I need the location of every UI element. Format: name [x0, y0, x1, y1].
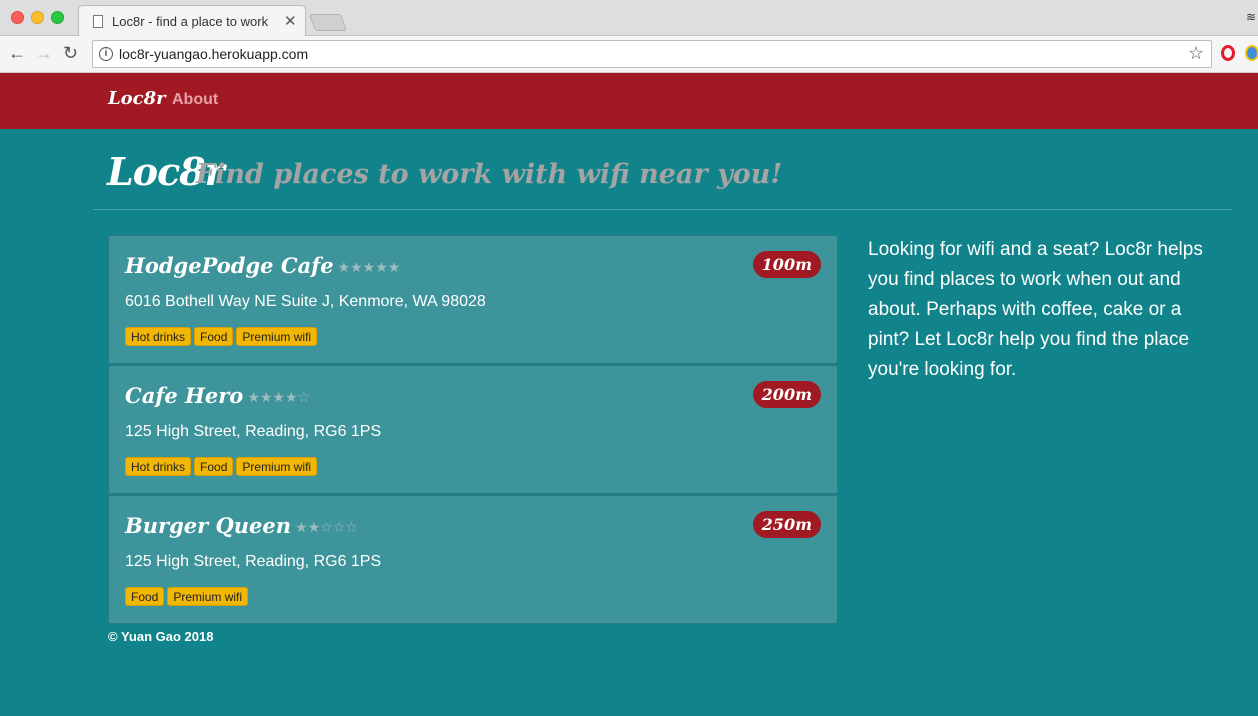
facility-badge: Premium wifi	[236, 457, 318, 476]
location-address: 125 High Street, Reading, RG6 1PS	[125, 423, 382, 440]
browser-toolbar: ← → ↻ i loc8r-yuangao.herokuapp.com ☆	[0, 36, 1258, 73]
maximize-window-icon[interactable]	[51, 11, 64, 24]
location-name-link[interactable]: Burger Queen ★★☆☆☆	[125, 513, 358, 538]
footer-copyright: © Yuan Gao 2018	[108, 629, 214, 644]
close-window-icon[interactable]	[11, 11, 24, 24]
location-name-link[interactable]: HodgePodge Cafe ★★★★★	[125, 253, 400, 278]
facility-badge: Food	[194, 327, 234, 346]
facility-list: Food Premium wifi	[125, 587, 249, 606]
location-card: Cafe Hero ★★★★☆ 200m 125 High Street, Rea…	[108, 365, 838, 494]
facility-badge: Premium wifi	[167, 587, 249, 606]
facility-badge: Premium wifi	[236, 327, 318, 346]
forward-arrow-icon[interactable]: →	[35, 44, 53, 62]
tab-title: Loc8r - find a place to work with wifi	[112, 14, 270, 29]
location-name-link[interactable]: Cafe Hero ★★★★☆	[125, 383, 310, 408]
site-navbar: Loc8r About	[0, 73, 1258, 129]
location-name: Cafe Hero	[125, 383, 244, 408]
nav-about-link[interactable]: About	[172, 91, 218, 109]
back-arrow-icon[interactable]: ←	[8, 44, 26, 62]
tab-close-icon[interactable]: ✕	[284, 12, 297, 30]
bookmark-star-icon[interactable]: ☆	[1188, 43, 1204, 64]
location-card: HodgePodge Cafe ★★★★★ 100m 6016 Bothell W…	[108, 235, 838, 364]
page-tagline: Find places to work with wifi near you!	[196, 159, 783, 190]
browser-tab[interactable]: Loc8r - find a place to work with wifi ✕	[78, 5, 306, 36]
navbar-brand-link[interactable]: Loc8r	[108, 88, 166, 109]
facility-badge: Food	[125, 587, 165, 606]
sidebar-description: Looking for wifi and a seat? Loc8r helps…	[868, 239, 1203, 380]
reload-icon[interactable]: ↻	[63, 44, 78, 62]
browser-tab-strip: Loc8r - find a place to work with wifi ✕…	[0, 0, 1258, 36]
rating-stars-icon: ★★☆☆☆	[295, 519, 358, 536]
facility-badge: Hot drinks	[125, 327, 192, 346]
url-text[interactable]: loc8r-yuangao.herokuapp.com	[119, 46, 308, 62]
facility-badge: Hot drinks	[125, 457, 192, 476]
new-tab-button[interactable]	[308, 14, 348, 31]
distance-badge: 200m	[752, 381, 821, 408]
menu-icon[interactable]: ≋	[1246, 10, 1256, 24]
extension-icon[interactable]	[1245, 45, 1258, 61]
facility-list: Hot drinks Food Premium wifi	[125, 327, 318, 346]
info-icon[interactable]: i	[99, 47, 113, 61]
minimize-window-icon[interactable]	[31, 11, 44, 24]
facility-list: Hot drinks Food Premium wifi	[125, 457, 318, 476]
location-card: Burger Queen ★★☆☆☆ 250m 125 High Street, …	[108, 495, 838, 624]
distance-badge: 100m	[752, 251, 821, 278]
location-name: Burger Queen	[125, 513, 292, 538]
rating-stars-icon: ★★★★☆	[247, 389, 311, 406]
page-icon	[93, 15, 103, 28]
address-bar[interactable]: i loc8r-yuangao.herokuapp.com ☆	[92, 40, 1212, 68]
distance-badge: 250m	[752, 511, 821, 538]
facility-badge: Food	[194, 457, 234, 476]
location-address: 125 High Street, Reading, RG6 1PS	[125, 553, 382, 570]
location-name: HodgePodge Cafe	[125, 253, 334, 278]
location-address: 6016 Bothell Way NE Suite J, Kenmore, WA…	[125, 293, 486, 310]
rating-stars-icon: ★★★★★	[337, 259, 401, 276]
opera-extension-icon[interactable]	[1221, 45, 1235, 61]
page-header: Loc8r Find places to work with wifi near…	[93, 129, 1232, 210]
